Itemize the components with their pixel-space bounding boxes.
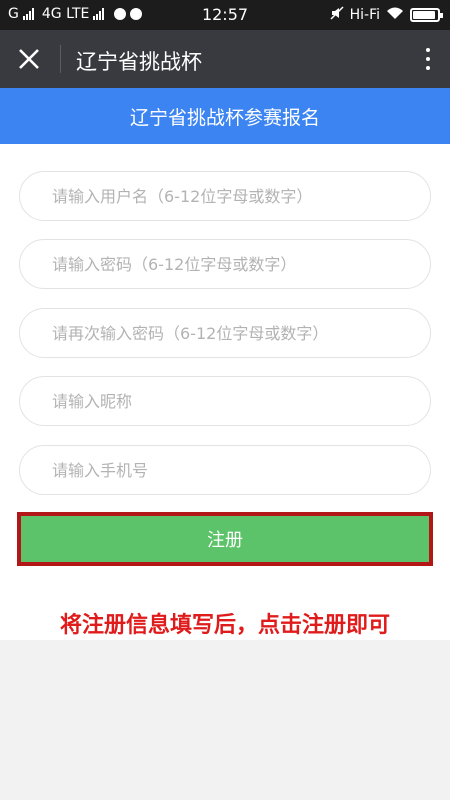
more-options-button[interactable]	[420, 42, 436, 76]
username-input[interactable]	[19, 171, 431, 221]
more-dot-icon	[426, 48, 430, 52]
page-title: 辽宁省挑战杯	[76, 50, 202, 74]
confirm-password-input[interactable]	[19, 308, 431, 358]
header-banner: 辽宁省挑战杯参赛报名	[0, 88, 450, 144]
register-button[interactable]: 注册	[21, 516, 429, 562]
nickname-input[interactable]	[19, 376, 431, 426]
battery-icon	[410, 8, 443, 22]
mute-icon	[330, 6, 344, 24]
close-button[interactable]	[12, 42, 46, 76]
wifi-icon	[386, 6, 404, 24]
password-input[interactable]	[19, 239, 431, 289]
title-bar: 辽宁省挑战杯	[0, 30, 450, 88]
status-bar: G 4G LTE 12:57 Hi-Fi	[0, 0, 450, 30]
status-right: Hi-Fi	[330, 6, 443, 24]
more-dot-icon	[426, 66, 430, 70]
instruction-text: 将注册信息填写后，点击注册即可	[59, 613, 390, 638]
registration-form: 注册 将注册信息填写后，点击注册即可	[0, 144, 450, 640]
title-divider	[60, 45, 61, 73]
battery-fill	[413, 11, 435, 19]
phone-input[interactable]	[19, 445, 431, 495]
register-highlight-box: 注册	[17, 512, 433, 566]
wifi-label: Hi-Fi	[349, 7, 380, 23]
more-dot-icon	[426, 57, 430, 61]
close-icon	[19, 49, 39, 69]
